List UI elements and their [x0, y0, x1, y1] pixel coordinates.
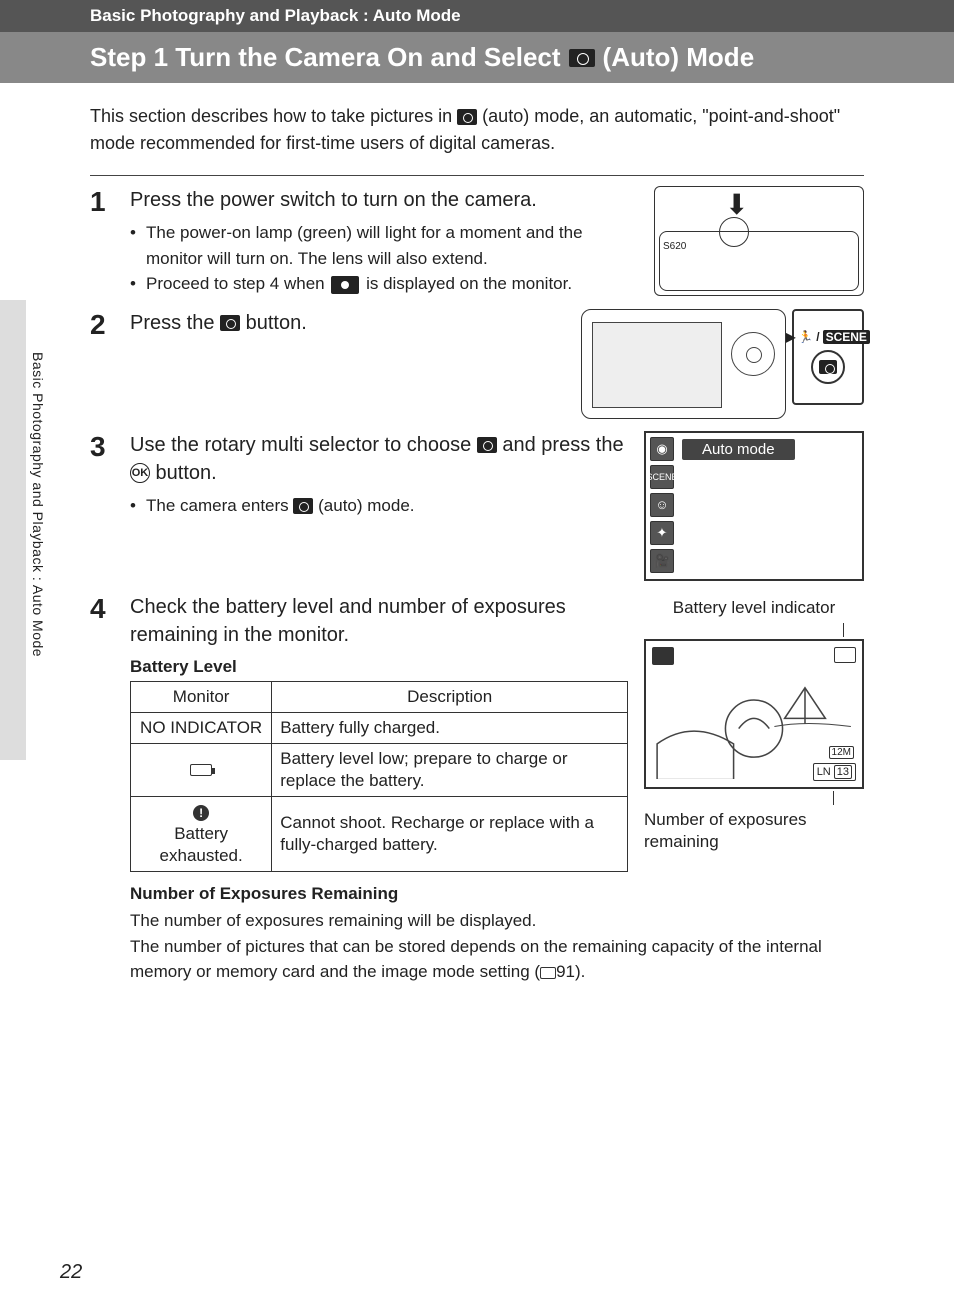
exp-p2a: The number of pictures that can be store…	[130, 937, 822, 982]
step2-t2: button.	[240, 312, 307, 334]
exp-p2b: 91).	[556, 962, 585, 981]
camera-icon	[457, 109, 477, 125]
rotary-selector-icon	[731, 332, 775, 376]
step2-title: Press the button.	[130, 309, 565, 337]
step-4: 4 Check the battery level and number of …	[90, 593, 864, 873]
runner-icon: 🏃	[798, 330, 813, 344]
mode-scene-icon: SCENE	[650, 465, 674, 489]
battery-indicator-caption: Battery level indicator	[644, 597, 864, 619]
table-row: NO INDICATOR Battery fully charged.	[131, 712, 628, 743]
cell-exhausted: Cannot shoot. Recharge or replace with a…	[272, 796, 628, 871]
camera-back-illustration	[581, 309, 786, 419]
step-2: 2 Press the button. ▶ 🏃 / SCENE	[90, 309, 864, 419]
slash: /	[816, 330, 819, 344]
cell-exhausted-label: ! Battery exhausted.	[131, 796, 272, 871]
image-size-label: 12M	[829, 746, 854, 759]
divider	[90, 175, 864, 176]
step1-b2a: Proceed to step 4 when	[146, 274, 329, 293]
step-number: 1	[90, 186, 116, 297]
content-area: This section describes how to take pictu…	[0, 83, 954, 985]
battery-exhausted-text: Battery exhausted.	[139, 823, 263, 867]
manual-page-icon	[540, 967, 556, 979]
step-number: 4	[90, 593, 116, 873]
table-header-monitor: Monitor	[131, 681, 272, 712]
camera-model-label: S620	[663, 241, 686, 252]
page-title: Step 1 Turn the Camera On and Select (Au…	[0, 32, 954, 83]
mode-auto-icon: ◉	[650, 437, 674, 461]
step1-bullet-1: The power-on lamp (green) will light for…	[130, 220, 638, 271]
camera-icon	[569, 49, 595, 67]
mode-menu-illustration: ◉ SCENE ☺ ✦ 🎥 Auto mode	[644, 431, 864, 581]
mode-smile-icon: ☺	[650, 493, 674, 517]
step-number: 2	[90, 309, 116, 419]
scene-text: SCENE	[823, 330, 870, 344]
warning-icon: !	[193, 805, 209, 821]
intro-paragraph: This section describes how to take pictu…	[90, 103, 864, 157]
page-number: 22	[60, 1261, 82, 1284]
side-section-label: Basic Photography and Playback : Auto Mo…	[30, 352, 46, 657]
step3-t3: button.	[150, 462, 217, 484]
step3-title: Use the rotary multi selector to choose …	[130, 431, 628, 487]
play-icon: ▶	[786, 330, 795, 344]
camera-icon	[819, 360, 837, 374]
step2-t1: Press the	[130, 312, 220, 334]
step3-t2: and press the	[497, 434, 624, 456]
step1-b2b: is displayed on the monitor.	[361, 274, 572, 293]
battery-low-icon	[190, 764, 212, 776]
ln-label: LN	[817, 766, 831, 778]
side-tab	[0, 300, 26, 760]
step1-title: Press the power switch to turn on the ca…	[130, 186, 638, 214]
down-arrow-icon: ⬇	[725, 191, 748, 219]
cell-low-icon	[131, 743, 272, 796]
title-prefix: Step 1 Turn the Camera On and Select	[90, 42, 561, 73]
exposures-p1: The number of exposures remaining will b…	[130, 908, 864, 934]
title-suffix: (Auto) Mode	[603, 42, 755, 73]
step-1: 1 Press the power switch to turn on the …	[90, 186, 864, 297]
battery-level-heading: Battery Level	[130, 657, 628, 677]
exposures-caption: Number of exposures remaining	[644, 809, 864, 853]
exposures-number: 13	[834, 765, 852, 779]
table-row: ! Battery exhausted. Cannot shoot. Recha…	[131, 796, 628, 871]
camera-icon	[477, 437, 497, 453]
ok-button-icon: OK	[130, 463, 150, 483]
exposures-p2: The number of pictures that can be store…	[130, 934, 864, 985]
intro-part1: This section describes how to take pictu…	[90, 106, 457, 126]
step3-bullet: The camera enters (auto) mode.	[130, 493, 628, 519]
monitor-illustration: 12M LN 13	[644, 639, 864, 789]
scene-button-callout: ▶ 🏃 / SCENE	[792, 309, 864, 405]
step-number: 3	[90, 431, 116, 581]
camera-icon	[293, 498, 313, 514]
power-button-icon	[719, 217, 749, 247]
exposures-remaining-display: LN 13	[813, 763, 856, 781]
landscape-drawing	[652, 647, 856, 780]
camera-top-illustration: ⬇ S620	[654, 186, 864, 296]
camera-icon	[220, 315, 240, 331]
header-breadcrumb: Basic Photography and Playback : Auto Mo…	[0, 0, 954, 32]
cell-no-indicator: NO INDICATOR	[131, 712, 272, 743]
step4-title: Check the battery level and number of ex…	[130, 593, 628, 649]
step3-b1a: The camera enters	[146, 496, 293, 515]
camera-rect-icon	[331, 276, 359, 294]
mode-food-icon: ✦	[650, 521, 674, 545]
step-3: 3 Use the rotary multi selector to choos…	[90, 431, 864, 581]
table-header-description: Description	[272, 681, 628, 712]
exposures-heading: Number of Exposures Remaining	[130, 884, 864, 904]
cell-low: Battery level low; prepare to charge or …	[272, 743, 628, 796]
step3-b1b: (auto) mode.	[313, 496, 414, 515]
table-row: Battery level low; prepare to charge or …	[131, 743, 628, 796]
battery-level-table: Monitor Description NO INDICATOR Battery…	[130, 681, 628, 873]
mode-movie-icon: 🎥	[650, 549, 674, 573]
cell-full: Battery fully charged.	[272, 712, 628, 743]
auto-mode-label: Auto mode	[682, 439, 795, 460]
step1-bullet-2: Proceed to step 4 when is displayed on t…	[130, 271, 638, 297]
step3-t1: Use the rotary multi selector to choose	[130, 434, 477, 456]
